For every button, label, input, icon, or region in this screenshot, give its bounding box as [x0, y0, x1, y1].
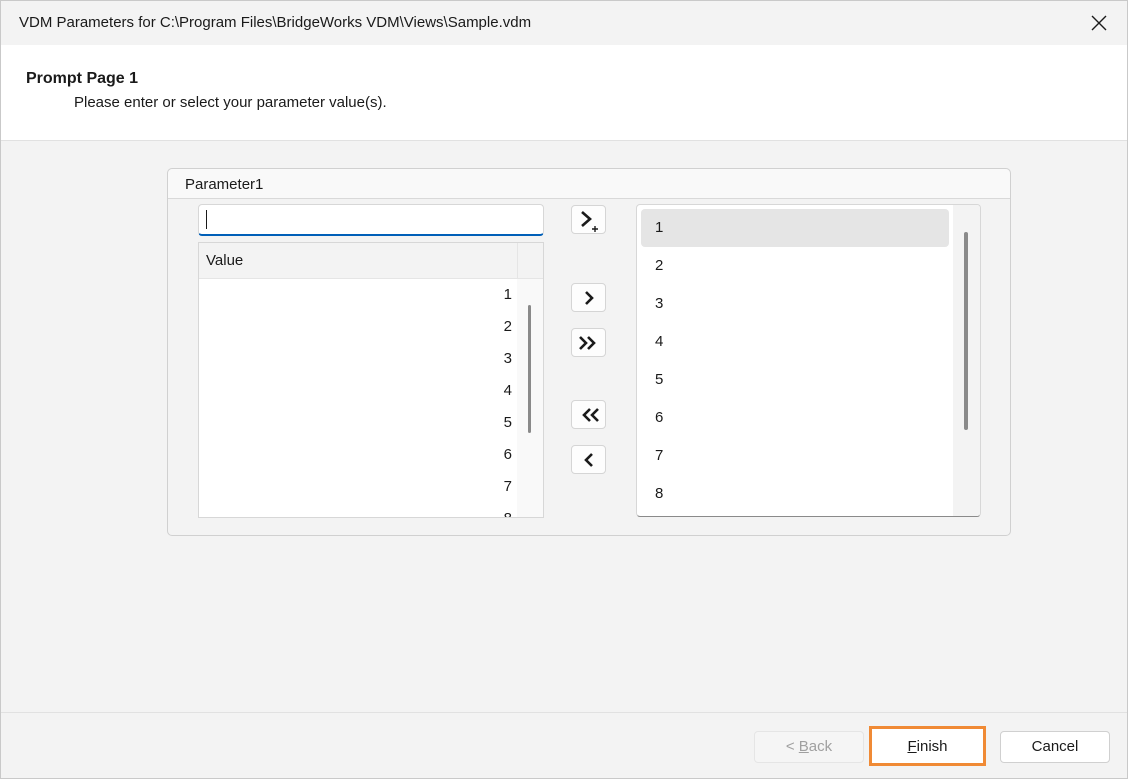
page-description: Please enter or select your parameter va… [74, 94, 387, 111]
grid-scrollbar-thumb[interactable] [528, 305, 531, 433]
available-values-grid[interactable]: Value 1 2 3 4 5 6 7 8 [198, 242, 544, 518]
add-typed-value-button[interactable] [571, 205, 606, 234]
page-header: Prompt Page 1 Please enter or select you… [1, 45, 1127, 141]
move-left-icon [583, 452, 593, 467]
back-label-rest: ack [808, 738, 833, 755]
add-typed-value-icon [580, 210, 598, 232]
finish-button[interactable]: Finish [869, 726, 986, 766]
finish-mnemonic: F [907, 738, 917, 755]
back-button[interactable]: < Back [754, 731, 864, 763]
grid-row[interactable]: 6 [199, 439, 517, 471]
move-all-left-icon [581, 407, 599, 422]
parameter-label: Parameter1 [185, 176, 264, 193]
grid-row[interactable]: 2 [199, 311, 517, 343]
grid-scrollbar[interactable] [517, 279, 543, 517]
cancel-button[interactable]: Cancel [1000, 731, 1110, 763]
move-all-left-button[interactable] [571, 400, 606, 429]
selected-values-list[interactable]: 1 2 3 4 5 6 7 8 [636, 204, 981, 517]
search-input[interactable] [198, 204, 544, 236]
grid-row[interactable]: 8 [199, 503, 517, 517]
back-mnemonic: B [798, 738, 809, 755]
move-right-icon [584, 290, 594, 305]
grid-row[interactable]: 5 [199, 407, 517, 439]
list-item[interactable]: 6 [641, 399, 949, 437]
window-title: VDM Parameters for C:\Program Files\Brid… [19, 14, 532, 31]
value-column-label: Value [206, 252, 244, 269]
list-item[interactable]: 7 [641, 437, 949, 475]
finish-label-rest: inish [916, 738, 948, 755]
title-bar: VDM Parameters for C:\Program Files\Brid… [1, 1, 1127, 45]
list-item[interactable]: 8 [641, 475, 949, 513]
grid-row[interactable]: 3 [199, 343, 517, 375]
move-left-button[interactable] [571, 445, 606, 474]
list-item[interactable]: 3 [641, 285, 949, 323]
grid-rows: 1 2 3 4 5 6 7 8 [199, 279, 517, 517]
selected-list-scrollbar[interactable] [953, 205, 980, 516]
list-item[interactable]: 2 [641, 247, 949, 285]
close-button[interactable] [1071, 1, 1127, 45]
selected-items: 1 2 3 4 5 6 7 8 [641, 209, 949, 514]
dialog-window: VDM Parameters for C:\Program Files\Brid… [0, 0, 1128, 779]
grid-header-spacer [517, 243, 543, 279]
parameter-group: Parameter1 Value 1 2 3 4 5 6 7 8 [167, 168, 1011, 536]
grid-column-header[interactable]: Value [199, 243, 517, 279]
grid-row[interactable]: 7 [199, 471, 517, 503]
move-all-right-button[interactable] [571, 328, 606, 357]
grid-row[interactable]: 4 [199, 375, 517, 407]
list-item-selected[interactable]: 1 [641, 209, 949, 247]
dialog-footer: < Back Finish Cancel [1, 712, 1127, 778]
selected-list-scrollbar-thumb[interactable] [964, 232, 968, 430]
grid-row[interactable]: 1 [199, 279, 517, 311]
content-area: Parameter1 Value 1 2 3 4 5 6 7 8 [1, 142, 1127, 712]
page-title: Prompt Page 1 [26, 70, 139, 87]
back-prefix: < [785, 738, 799, 755]
parameter-group-header: Parameter1 [168, 169, 1010, 199]
move-all-right-icon [578, 335, 596, 350]
list-item[interactable]: 4 [641, 323, 949, 361]
close-icon [1091, 15, 1107, 31]
list-item[interactable]: 5 [641, 361, 949, 399]
move-right-button[interactable] [571, 283, 606, 312]
text-caret [206, 210, 207, 229]
